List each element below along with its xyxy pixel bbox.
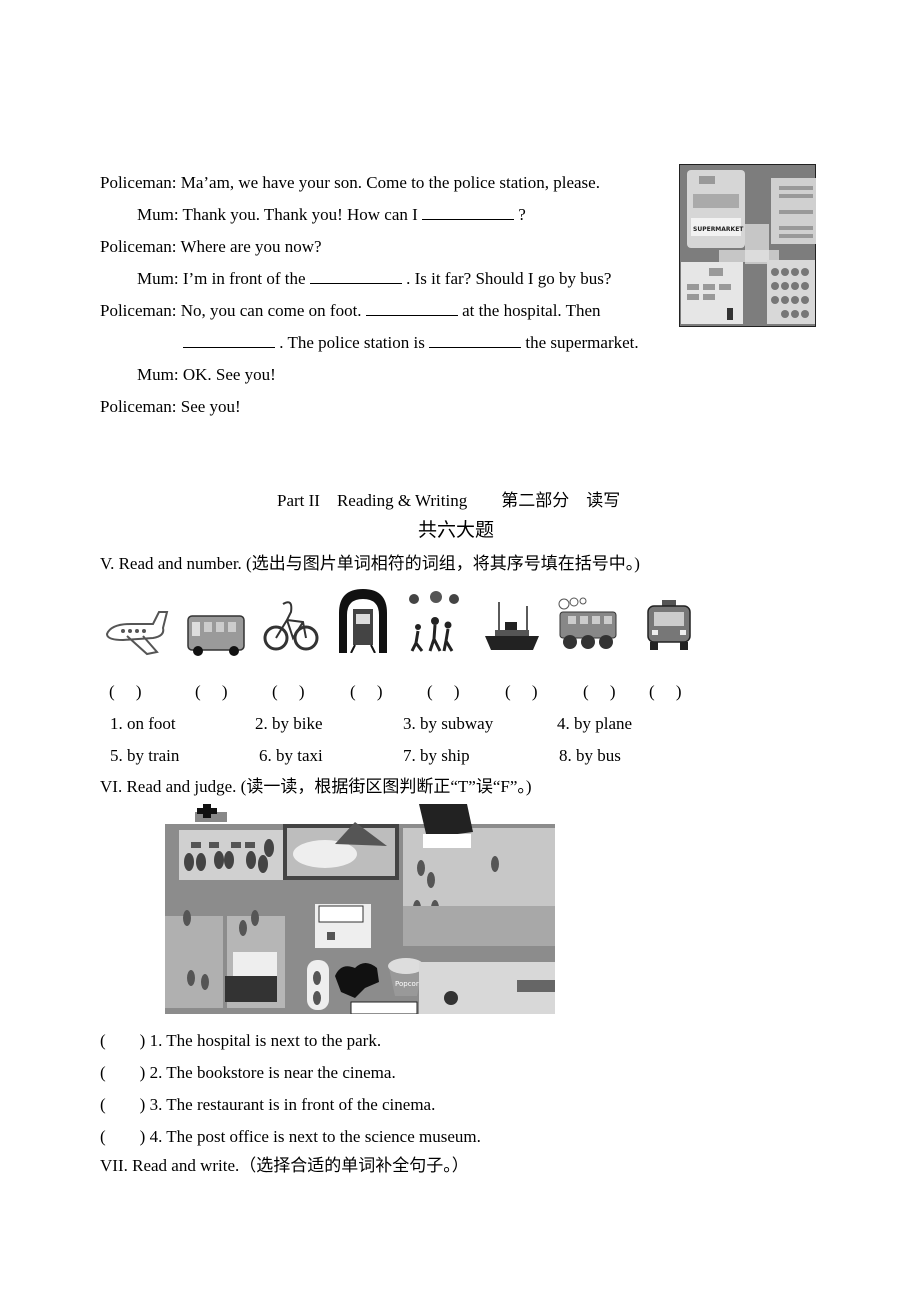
line-text: I’m in front of the xyxy=(182,269,306,288)
bike-icon xyxy=(263,601,319,651)
judge-item: ( ) 3. The restaurant is in front of the… xyxy=(100,1095,435,1115)
line-text: See you! xyxy=(180,397,241,416)
judge-item: ( ) 4. The post office is next to the sc… xyxy=(100,1127,481,1147)
speaker: Mum: xyxy=(137,269,179,288)
line-text: Thank you. Thank you! How can I xyxy=(182,205,418,224)
option-item: 7. by ship xyxy=(403,746,470,765)
speaker: Policeman: xyxy=(100,237,177,256)
statement: 3. The restaurant is in front of the cin… xyxy=(149,1095,436,1114)
option-item: 8. by bus xyxy=(559,746,621,765)
taxi-icon xyxy=(647,600,691,650)
answer-blank[interactable] xyxy=(183,333,275,348)
option-item: 6. by taxi xyxy=(259,746,323,765)
line-text: No, you can come on foot. xyxy=(180,301,362,320)
section-5-heading: V. Read and number. (选出与图片单词相符的词组，将其序号填在… xyxy=(100,554,640,573)
walking-icon xyxy=(409,591,459,652)
line-text: Ma’am, we have your son. Come to the pol… xyxy=(180,173,600,192)
answer-paren[interactable]: ( ) xyxy=(109,682,142,702)
judge-item: ( ) 2. The bookstore is near the cinema. xyxy=(100,1063,396,1083)
speaker: Policeman: xyxy=(100,173,177,192)
town-map-image: Popcorn xyxy=(165,804,555,1014)
line-text: at the hospital. Then xyxy=(462,301,601,320)
option-item: 4. by plane xyxy=(557,714,633,733)
dialogue-line-8: Policeman: See you! xyxy=(100,397,241,417)
answer-blank[interactable] xyxy=(422,205,515,220)
line-text: Where are you now? xyxy=(180,237,322,256)
speaker: Policeman: xyxy=(100,301,177,320)
answer-paren[interactable]: ( ) xyxy=(272,682,305,702)
part-title: Part II Reading & Writing 第二部分 读写 xyxy=(277,491,621,510)
plane-icon xyxy=(105,611,169,656)
statement: 4. The post office is next to the scienc… xyxy=(149,1127,481,1146)
dialogue-line-7: Mum: OK. See you! xyxy=(137,365,276,385)
dialogue-line-6: . The police station is the supermarket. xyxy=(183,333,639,353)
bus-icon xyxy=(187,615,245,656)
answer-paren[interactable]: ( ) xyxy=(100,1031,145,1050)
line-text: OK. See you! xyxy=(182,365,276,384)
dialogue-line-2: Mum: Thank you. Thank you! How can I ? xyxy=(137,205,526,225)
subway-icon xyxy=(339,589,387,653)
line-text: ? xyxy=(518,205,526,224)
ship-icon xyxy=(485,602,539,650)
answer-paren[interactable]: ( ) xyxy=(350,682,383,702)
part-subtitle: 共六大题 xyxy=(418,520,495,541)
answer-paren[interactable]: ( ) xyxy=(100,1095,145,1114)
speaker: Mum: xyxy=(137,365,179,384)
section-6-heading: VI. Read and judge. (读一读，根据街区图判断正“T”误“F”… xyxy=(100,777,532,796)
line-text: . Is it far? Should I go by bus? xyxy=(406,269,612,288)
answer-paren[interactable]: ( ) xyxy=(649,682,682,702)
option-item: 5. by train xyxy=(110,746,180,765)
answer-paren[interactable]: ( ) xyxy=(100,1127,145,1146)
answer-blank[interactable] xyxy=(309,269,402,284)
answer-paren[interactable]: ( ) xyxy=(427,682,460,702)
option-item: 2. by bike xyxy=(255,714,323,733)
answer-paren[interactable]: ( ) xyxy=(583,682,616,702)
answer-paren[interactable]: ( ) xyxy=(505,682,538,702)
dialogue-line-1: Policeman: Ma’am, we have your son. Come… xyxy=(100,173,600,193)
answer-paren[interactable]: ( ) xyxy=(195,682,228,702)
train-icon xyxy=(558,597,617,649)
statement: 2. The bookstore is near the cinema. xyxy=(149,1063,396,1082)
answer-blank[interactable] xyxy=(429,333,522,348)
dialogue-line-4: Mum: I’m in front of the . Is it far? Sh… xyxy=(137,269,611,289)
dialogue-line-5: Policeman: No, you can come on foot. at … xyxy=(100,301,601,321)
section-7-heading: VII. Read and write.（选择合适的单词补全句子。） xyxy=(100,1156,469,1175)
answer-blank[interactable] xyxy=(365,301,458,316)
dialogue-line-3: Policeman: Where are you now? xyxy=(100,237,322,257)
supermarket-label: SUPERMARKET xyxy=(693,226,744,233)
judge-item: ( ) 1. The hospital is next to the park. xyxy=(100,1031,381,1051)
option-item: 3. by subway xyxy=(403,714,494,733)
speaker: Policeman: xyxy=(100,397,177,416)
statement: 1. The hospital is next to the park. xyxy=(149,1031,382,1050)
line-text: . The police station is xyxy=(279,333,425,352)
speaker: Mum: xyxy=(137,205,179,224)
option-item: 1. on foot xyxy=(110,714,176,733)
street-map-image: SUPERMARKET xyxy=(679,164,816,327)
answer-paren[interactable]: ( ) xyxy=(100,1063,145,1082)
line-text: the supermarket. xyxy=(525,333,639,352)
popcorn-label: Popcorn xyxy=(395,980,423,988)
